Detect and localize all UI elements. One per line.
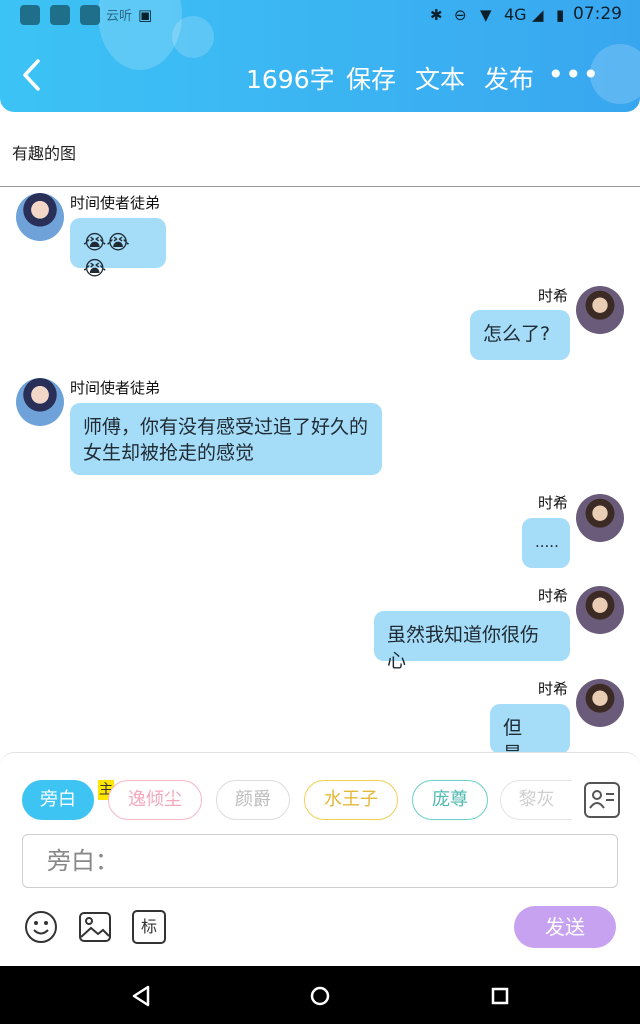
network-type: 4G (504, 5, 527, 24)
recents-icon[interactable] (486, 982, 514, 1010)
more-options-icon[interactable]: ••• (547, 58, 600, 91)
message-bubble[interactable]: 虽然我知道你很伤心 (374, 611, 570, 672)
tag-button[interactable]: 标 (132, 910, 166, 944)
text-button[interactable]: 文本 (415, 60, 465, 100)
role-chip[interactable]: 水王子 (304, 780, 398, 820)
signal-icon: ◢ (532, 6, 544, 24)
battery-icon: ▮ (556, 6, 565, 24)
avatar[interactable] (576, 494, 624, 542)
back-icon[interactable] (128, 982, 156, 1010)
back-chevron-icon[interactable] (20, 58, 46, 92)
message-bubble[interactable]: 怎么了? (470, 310, 570, 360)
document-title: 有趣的图 (12, 144, 77, 163)
clock: 07:29 (573, 4, 622, 24)
message-bubble[interactable]: ..... (522, 518, 570, 568)
home-icon[interactable] (306, 982, 334, 1010)
role-chip[interactable]: 黎灰 (500, 780, 572, 820)
sender-name: 时希 (538, 494, 569, 512)
sender-name: 时希 (538, 587, 569, 605)
word-count: 1696字 (246, 65, 335, 94)
system-navigation-bar (0, 966, 640, 1024)
avatar[interactable] (576, 586, 624, 634)
role-chip[interactable]: 逸倾尘 (108, 780, 202, 820)
role-chip[interactable]: 颜爵 (216, 780, 290, 820)
role-chip[interactable]: 庞尊 (412, 780, 488, 820)
publish-button[interactable]: 发布 (484, 60, 534, 100)
role-manager-icon[interactable] (584, 782, 620, 818)
message-bubble[interactable]: 😭😭😭 (70, 218, 166, 280)
sender-name: 时间使者徒弟 (70, 194, 161, 212)
sender-name: 时希 (538, 287, 569, 305)
wifi-icon: ▼ (480, 6, 492, 24)
divider (0, 186, 640, 187)
status-bar: 云听 ▣ ✱ ⊖ ▼ 4G ◢ ▮ 07:29 (0, 0, 640, 32)
message-input[interactable]: 旁白： (22, 834, 618, 888)
avatar[interactable] (16, 193, 64, 241)
avatar[interactable] (16, 378, 64, 426)
app-notification-label: 云听 (106, 9, 133, 24)
emoji-icon[interactable] (24, 910, 58, 944)
notification-icon (50, 5, 70, 25)
image-picker-icon[interactable] (78, 910, 112, 944)
notification-icon (80, 5, 100, 25)
sender-name: 时间使者徒弟 (70, 379, 161, 397)
app-header: 云听 ▣ ✱ ⊖ ▼ 4G ◢ ▮ 07:29 1696字 保存 文本 发布 •… (0, 0, 640, 112)
do-not-disturb-icon: ⊖ (454, 6, 467, 24)
send-button[interactable]: 发送 (514, 906, 616, 948)
notification-icon (20, 5, 40, 25)
sender-name: 时希 (538, 680, 569, 698)
bluetooth-icon: ✱ (430, 6, 443, 24)
save-button[interactable]: 保存 (346, 60, 396, 100)
avatar[interactable] (576, 286, 624, 334)
message-bubble[interactable]: 但是... (490, 704, 570, 765)
role-chip-narration[interactable]: 旁白 (22, 780, 94, 820)
avatar[interactable] (576, 679, 624, 727)
message-bubble[interactable]: 师傅，你有没有感受过追了好久的女生却被抢走的感觉 (70, 403, 382, 475)
image-icon: ▣ (138, 6, 153, 24)
